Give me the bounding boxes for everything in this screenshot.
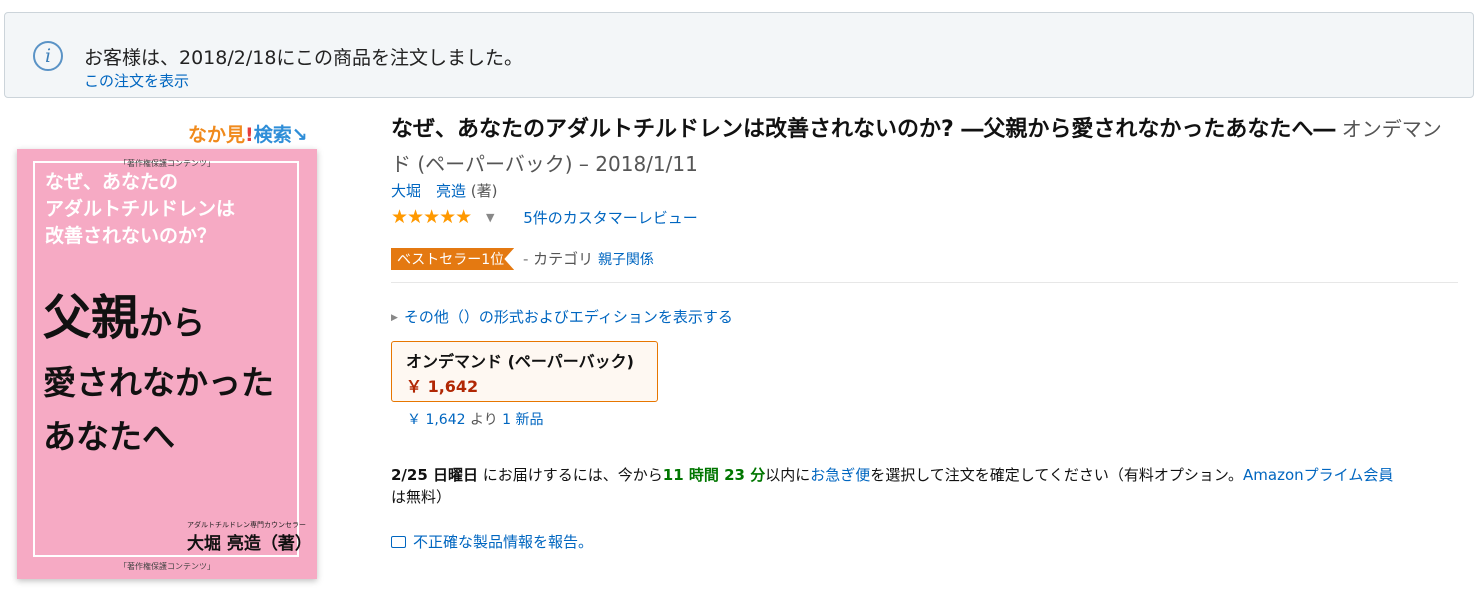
order-notice: i お客様は、2018/2/18にこの商品を注文しました。 この注文を表示 bbox=[4, 12, 1474, 98]
category-link[interactable]: 親子関係 bbox=[598, 252, 654, 268]
express-link[interactable]: お急ぎ便 bbox=[810, 466, 870, 484]
customer-reviews-link[interactable]: 5件のカスタマーレビュー bbox=[523, 209, 698, 227]
product-title: なぜ、あなたのアダルトチルドレンは改善されないのか? ―父親から愛されなかったあ… bbox=[391, 117, 1442, 176]
category-label: カテゴリ bbox=[533, 250, 594, 268]
cover-protect-bottom: 「著作権保護コンテンツ」 bbox=[119, 562, 215, 571]
other-formats-toggle[interactable]: ▶ その他（）の形式およびエディションを表示する bbox=[391, 306, 733, 327]
look-inside-button[interactable]: なか見!検索↘ bbox=[188, 120, 308, 147]
format-name: オンデマンド (ペーパーバック) bbox=[406, 352, 634, 371]
rating-row: ★★★★★ ▼ 5件のカスタマーレビュー bbox=[391, 206, 698, 228]
star-rating-icon[interactable]: ★★★★★ bbox=[391, 206, 472, 228]
chevron-down-icon[interactable]: ▼ bbox=[486, 211, 494, 224]
other-formats-link[interactable]: その他（）の形式およびエディションを表示する bbox=[404, 308, 733, 326]
divider bbox=[391, 282, 1458, 283]
triangle-right-icon: ▶ bbox=[391, 313, 398, 323]
delivery-message: 2/25 日曜日 にお届けするには、今から11 時間 23 分以内にお急ぎ便を選… bbox=[391, 466, 1394, 506]
countdown-time: 11 時間 23 分 bbox=[662, 466, 766, 484]
author-line: 大堀 亮造 (著) bbox=[391, 180, 498, 201]
new-offers: ￥ 1,642 より 1 新品 bbox=[407, 412, 544, 428]
author-link[interactable]: 大堀 亮造 bbox=[391, 182, 466, 200]
look-inside-exclaim: ! bbox=[245, 124, 254, 146]
new-count-link[interactable]: 1 新品 bbox=[502, 412, 543, 428]
info-icon: i bbox=[33, 41, 63, 71]
report-info[interactable]: 不正確な製品情報を報告。 bbox=[391, 531, 593, 552]
format-selector-selected[interactable]: オンデマンド (ペーパーバック) ￥ 1,642 bbox=[391, 341, 658, 402]
bestseller-row: ベストセラー1位 - カテゴリ 親子関係 bbox=[391, 248, 654, 270]
look-inside-label: なか見 bbox=[188, 124, 246, 146]
new-price-link[interactable]: ￥ 1,642 bbox=[407, 412, 466, 428]
view-order-link[interactable]: この注文を表示 bbox=[84, 70, 189, 91]
arrow-down-icon: ↘ bbox=[291, 124, 308, 146]
speech-bubble-icon bbox=[391, 536, 406, 548]
bestseller-badge[interactable]: ベストセラー1位 bbox=[391, 248, 515, 270]
cover-author: 大堀 亮造（著） bbox=[187, 534, 312, 554]
delivery-date: 2/25 日曜日 bbox=[391, 466, 479, 484]
look-inside-search: 検索 bbox=[253, 124, 292, 146]
cover-protect-top: 「著作権保護コンテンツ」 bbox=[119, 159, 215, 168]
report-link[interactable]: 不正確な製品情報を報告。 bbox=[413, 533, 593, 551]
author-role: (著) bbox=[466, 182, 498, 200]
cover-main-title: 父親から 愛されなかった あなたへ bbox=[43, 290, 274, 456]
prime-link[interactable]: Amazonプライム会員 bbox=[1243, 466, 1393, 484]
format-price: ￥ 1,642 bbox=[406, 377, 479, 396]
book-cover-image[interactable]: 「著作権保護コンテンツ」 なぜ、あなたの アダルトチルドレンは 改善されないのか… bbox=[17, 149, 317, 579]
notice-message: お客様は、2018/2/18にこの商品を注文しました。 bbox=[84, 47, 524, 69]
cover-sub-title: なぜ、あなたの アダルトチルドレンは 改善されないのか？ bbox=[45, 171, 236, 247]
